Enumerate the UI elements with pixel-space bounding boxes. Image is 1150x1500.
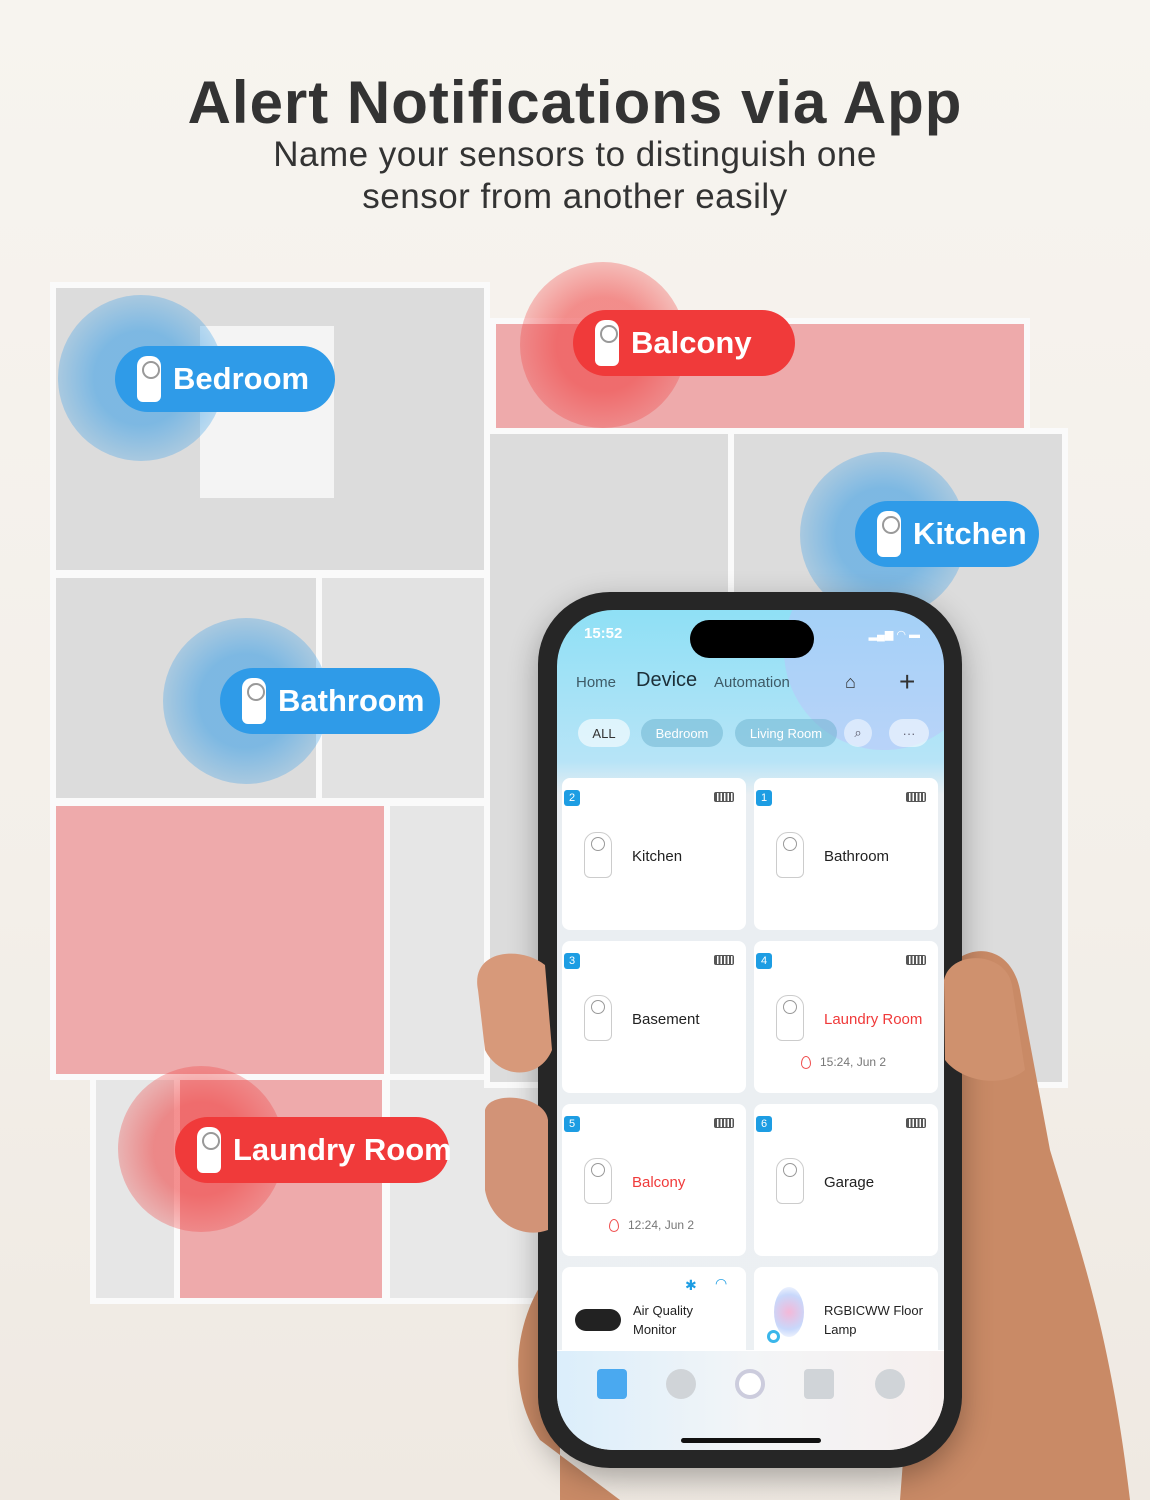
thumb: [477, 953, 552, 1073]
finger: [944, 958, 1025, 1081]
finger: [485, 1097, 548, 1233]
hand-front: [477, 953, 1025, 1233]
